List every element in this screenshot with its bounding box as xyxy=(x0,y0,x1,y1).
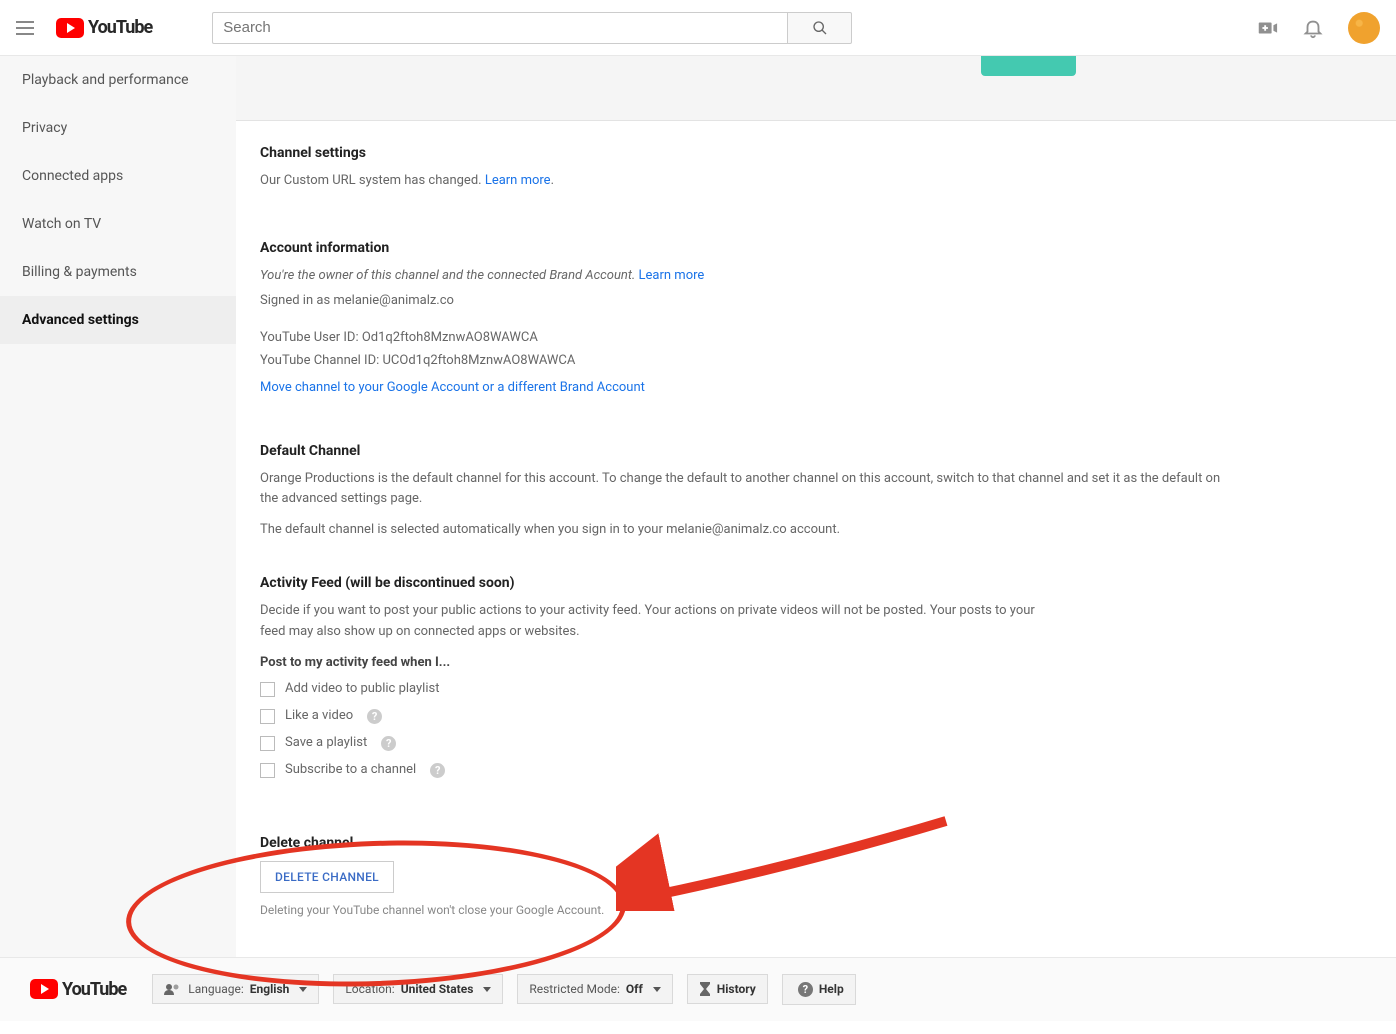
channel-settings-desc: Our Custom URL system has changed. Learn… xyxy=(260,171,1372,192)
annotation-arrow xyxy=(616,811,956,911)
delete-channel-caption: Deleting your YouTube channel won't clos… xyxy=(260,903,1372,917)
help-icon[interactable]: ? xyxy=(367,709,382,724)
search-button[interactable] xyxy=(787,12,852,44)
section-title-account-info: Account information xyxy=(260,240,1372,256)
sidebar-item-connected-apps[interactable]: Connected apps xyxy=(0,152,236,200)
section-title-activity-feed: Activity Feed (will be discontinued soon… xyxy=(260,575,1372,591)
content: Channel settings Our Custom URL system h… xyxy=(236,56,1396,957)
checkbox-label: Save a playlist xyxy=(285,733,367,754)
chevron-down-icon xyxy=(483,987,491,992)
learn-more-link[interactable]: Learn more xyxy=(639,268,705,283)
signed-in-as: Signed in as melanie@animalz.co xyxy=(260,293,1372,308)
footer-youtube-logo[interactable]: YouTube xyxy=(30,979,126,1000)
section-title-default-channel: Default Channel xyxy=(260,443,1372,459)
learn-more-link[interactable]: Learn more xyxy=(485,173,551,188)
hourglass-icon xyxy=(699,982,711,996)
post-to-feed-label: Post to my activity feed when I... xyxy=(260,653,1372,674)
activity-option-row: Like a video ? xyxy=(260,706,1372,727)
search-icon xyxy=(812,20,828,36)
body: Playback and performance Privacy Connect… xyxy=(0,56,1396,957)
restricted-mode-button[interactable]: Restricted Mode: Off xyxy=(517,974,672,1004)
checkbox-subscribe-channel[interactable] xyxy=(260,763,275,778)
youtube-user-id: YouTube User ID: Od1q2ftoh8MznwAO8WAWCA xyxy=(260,330,1372,345)
people-icon xyxy=(164,983,182,995)
youtube-logo[interactable]: YouTube xyxy=(56,17,152,38)
play-icon xyxy=(30,979,58,999)
activity-option-row: Add video to public playlist xyxy=(260,679,1372,700)
section-title-delete-channel: Delete channel xyxy=(260,835,1372,851)
checkbox-label: Add video to public playlist xyxy=(285,679,439,700)
play-icon xyxy=(56,18,84,38)
activity-feed-desc: Decide if you want to post your public a… xyxy=(260,601,1040,643)
menu-icon[interactable] xyxy=(16,16,40,40)
upload-icon[interactable] xyxy=(1256,17,1278,39)
avatar[interactable] xyxy=(1348,12,1380,44)
chevron-down-icon xyxy=(653,987,661,992)
location-button[interactable]: Location: United States xyxy=(333,974,503,1004)
notifications-icon[interactable] xyxy=(1302,17,1324,39)
sidebar-item-playback[interactable]: Playback and performance xyxy=(0,56,236,104)
checkbox-like-video[interactable] xyxy=(260,709,275,724)
sidebar: Playback and performance Privacy Connect… xyxy=(0,56,236,957)
sidebar-item-label: Connected apps xyxy=(22,168,123,184)
language-button[interactable]: Language: English xyxy=(152,974,319,1004)
help-icon: ? xyxy=(798,982,813,997)
sidebar-item-advanced-settings[interactable]: Advanced settings xyxy=(0,296,236,344)
logo-text: YouTube xyxy=(88,17,152,38)
history-button[interactable]: History xyxy=(687,974,768,1004)
help-button[interactable]: ? Help xyxy=(782,974,856,1005)
sidebar-item-privacy[interactable]: Privacy xyxy=(0,104,236,152)
chevron-down-icon xyxy=(299,987,307,992)
account-owner-text: You're the owner of this channel and the… xyxy=(260,266,1372,287)
checkbox-label: Subscribe to a channel xyxy=(285,760,416,781)
move-channel-link[interactable]: Move channel to your Google Account or a… xyxy=(260,380,645,395)
help-icon[interactable]: ? xyxy=(430,763,445,778)
search-input[interactable] xyxy=(212,12,787,44)
section-title-channel-settings: Channel settings xyxy=(260,145,1372,161)
search-bar xyxy=(212,12,852,44)
checkbox-label: Like a video xyxy=(285,706,353,727)
sidebar-item-label: Advanced settings xyxy=(22,312,139,328)
checkbox-save-playlist[interactable] xyxy=(260,736,275,751)
sidebar-item-billing[interactable]: Billing & payments xyxy=(0,248,236,296)
sidebar-item-watch-tv[interactable]: Watch on TV xyxy=(0,200,236,248)
sidebar-item-label: Watch on TV xyxy=(22,216,101,232)
sidebar-item-label: Billing & payments xyxy=(22,264,137,280)
sidebar-item-label: Playback and performance xyxy=(22,72,189,88)
header: YouTube xyxy=(0,0,1396,56)
default-channel-p2: The default channel is selected automati… xyxy=(260,520,1372,541)
help-icon[interactable]: ? xyxy=(381,736,396,751)
checkbox-add-video-playlist[interactable] xyxy=(260,682,275,697)
sidebar-item-label: Privacy xyxy=(22,120,67,136)
activity-option-row: Save a playlist ? xyxy=(260,733,1372,754)
default-channel-p1: Orange Productions is the default channe… xyxy=(260,469,1240,511)
logo-text: YouTube xyxy=(62,979,126,1000)
settings-panel: Channel settings Our Custom URL system h… xyxy=(236,120,1396,957)
footer: YouTube Language: English Location: Unit… xyxy=(0,957,1396,1021)
header-actions xyxy=(1256,12,1380,44)
delete-channel-button[interactable]: DELETE CHANNEL xyxy=(260,861,394,893)
activity-option-row: Subscribe to a channel ? xyxy=(260,760,1372,781)
youtube-channel-id: YouTube Channel ID: UCOd1q2ftoh8MznwAO8W… xyxy=(260,353,1372,368)
decoration xyxy=(981,56,1076,76)
